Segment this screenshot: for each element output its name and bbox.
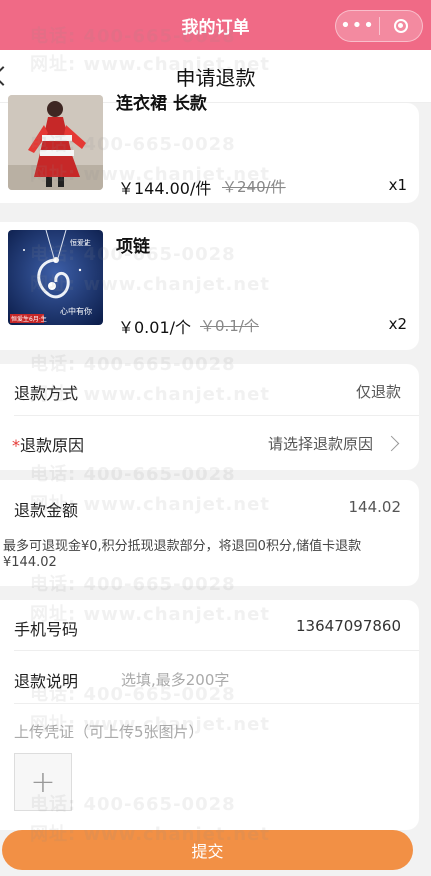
back-icon[interactable] xyxy=(0,66,13,86)
row-divider xyxy=(14,650,419,651)
product-original-price: ￥0.1/个 xyxy=(200,317,259,335)
refund-amount-value: 144.02 xyxy=(348,498,402,516)
product-card: 恒爱生 心中有你 恒爱生6月·生 项链 ￥0.01/个 ￥0.1/个 x2 xyxy=(0,222,419,350)
refund-options-card: 退款方式 仅退款 *退款原因 请选择退款原因 xyxy=(0,364,419,470)
refund-reason-text: 退款原因 xyxy=(20,436,85,455)
refund-reason-label: *退款原因 xyxy=(12,432,84,456)
more-icon[interactable]: ••• xyxy=(336,11,379,41)
phone-input[interactable]: 13647097860 xyxy=(296,617,401,635)
close-mini-program-button[interactable] xyxy=(380,19,422,33)
product-price: ￥0.01/个 xyxy=(118,318,192,337)
product-image: 恒爱生 心中有你 恒爱生6月·生 xyxy=(8,230,103,325)
product-name: 连衣裙 长款 xyxy=(116,94,207,114)
page-title: 申请退款 xyxy=(175,65,256,90)
mini-program-title: 我的订单 xyxy=(181,17,250,38)
upload-image-button[interactable]: + xyxy=(14,753,72,811)
image-tag-text: 恒爱生6月·生 xyxy=(11,316,47,323)
plus-icon: + xyxy=(30,764,56,800)
record-icon xyxy=(393,19,408,33)
submit-button[interactable]: 提交 xyxy=(2,830,413,870)
product-quantity: x1 xyxy=(388,176,407,194)
image-brand-text: 恒爱生 xyxy=(70,239,91,247)
chevron-right-icon xyxy=(383,435,400,452)
product-card: 连衣裙 长款 ￥144.00/件 ￥240/件 x1 xyxy=(0,94,419,203)
refund-amount-card: 退款金额 144.02 最多可退现金¥0,积分抵现退款部分，将退回0积分,储值卡… xyxy=(0,480,419,586)
required-mark: * xyxy=(12,436,20,455)
product-original-price: ￥240/件 xyxy=(222,178,286,196)
phone-label: 手机号码 xyxy=(14,620,79,639)
refund-reason-select[interactable]: 请选择退款原因 xyxy=(268,433,373,454)
mini-program-bar: 我的订单 ••• xyxy=(0,0,431,50)
row-divider xyxy=(14,703,419,704)
refund-amount-label: 退款金额 xyxy=(14,501,79,520)
product-price: ￥144.00/件 xyxy=(118,179,212,198)
refund-amount-note: 最多可退现金¥0,积分抵现退款部分，将退回0积分,储值卡退款¥144.02 xyxy=(3,539,362,570)
image-slogan-text: 心中有你 xyxy=(60,307,92,316)
upload-label: 上传凭证（可上传5张图片） xyxy=(14,723,204,741)
refund-method-label: 退款方式 xyxy=(14,384,79,403)
product-image xyxy=(8,95,103,190)
refund-reason-row[interactable]: *退款原因 请选择退款原因 xyxy=(0,416,419,470)
product-name: 项链 xyxy=(116,237,150,257)
capsule-menu: ••• xyxy=(335,10,423,42)
refund-method-value: 仅退款 xyxy=(355,383,401,401)
explain-label: 退款说明 xyxy=(14,672,79,691)
product-quantity: x2 xyxy=(388,315,407,333)
explain-input[interactable]: 选填,最多200字 xyxy=(121,669,229,690)
